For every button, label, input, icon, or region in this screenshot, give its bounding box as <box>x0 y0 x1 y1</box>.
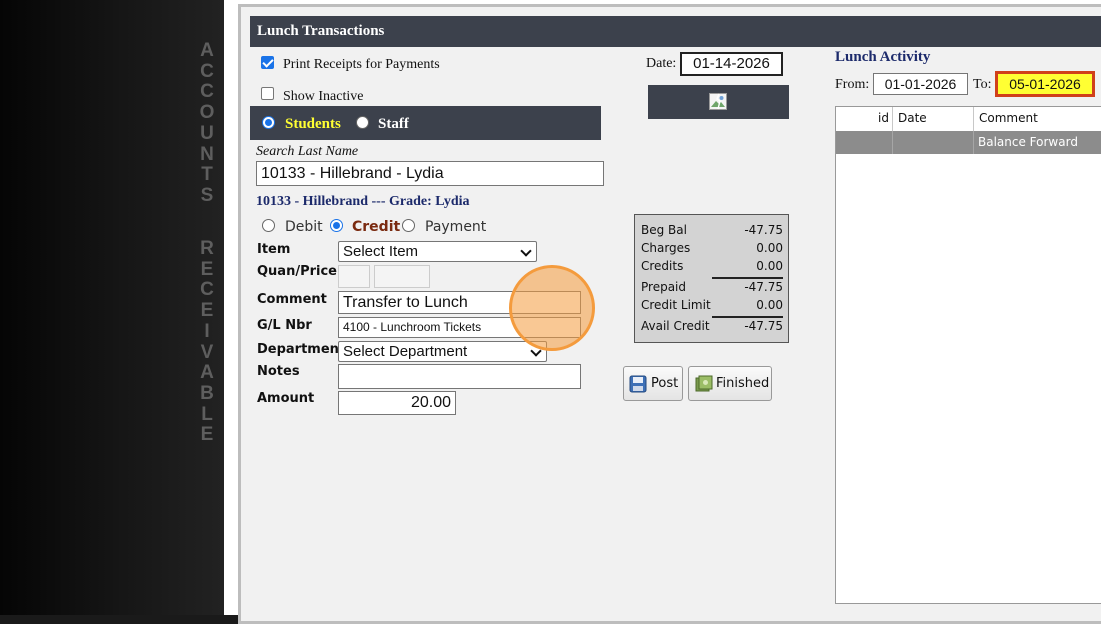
floppy-disk-icon <box>629 375 647 393</box>
vertical-letter: E <box>200 258 214 280</box>
chevron-down-icon <box>520 245 532 257</box>
to-label: To: <box>973 77 992 92</box>
post-button-label: Post <box>651 376 679 391</box>
column-header-date[interactable]: Date <box>898 111 927 125</box>
quantity-input[interactable] <box>338 265 370 288</box>
cash-stack-icon <box>694 375 714 393</box>
date-input[interactable]: 01-14-2026 <box>680 52 783 76</box>
finished-button-label: Finished <box>716 376 770 391</box>
balance-row: Prepaid -47.75 <box>641 280 783 294</box>
balance-summary: Beg Bal -47.75 Charges 0.00 Credits 0.00 Pr… <box>634 214 789 343</box>
department-select[interactable]: Select Department <box>338 341 547 362</box>
vertical-letter: R <box>200 238 214 259</box>
show-inactive-checkbox[interactable] <box>261 87 274 100</box>
comment-label: Comment <box>257 292 327 307</box>
debit-radio[interactable] <box>262 219 275 232</box>
page-title: Lunch Transactions <box>250 16 1101 47</box>
activity-title: Lunch Activity <box>835 49 931 65</box>
department-select-value: Select Department <box>343 343 468 360</box>
selected-student: 10133 - Hillebrand --- Grade: Lydia <box>256 194 470 209</box>
students-radio[interactable] <box>262 116 275 129</box>
search-input[interactable]: 10133 - Hillebrand - Lydia <box>256 161 604 186</box>
notes-input[interactable] <box>338 364 581 389</box>
amount-input[interactable]: 20.00 <box>338 391 456 415</box>
credit-label: Credit <box>352 219 401 235</box>
broken-image-icon <box>709 93 727 110</box>
payment-label: Payment <box>425 219 487 235</box>
vertical-letter: E <box>200 300 214 322</box>
vertical-letter: O <box>199 102 215 124</box>
finished-button[interactable]: Finished <box>688 366 772 401</box>
vertical-word-accounts: ACCOUNTS <box>196 40 218 207</box>
gl-label: G/L Nbr <box>257 318 312 333</box>
vertical-letter: N <box>200 143 214 165</box>
vertical-word-receivable: RECEIVABLE <box>196 238 218 446</box>
balance-divider <box>712 277 783 279</box>
column-header-comment[interactable]: Comment <box>979 111 1038 125</box>
students-label: Students <box>285 116 341 132</box>
staff-label: Staff <box>378 116 409 132</box>
payment-radio[interactable] <box>402 219 415 232</box>
click-indicator <box>509 265 595 351</box>
show-inactive-label: Show Inactive <box>283 89 364 104</box>
vertical-letter: C <box>200 81 214 103</box>
balance-row: Beg Bal -47.75 <box>641 223 783 237</box>
department-label: Department <box>257 342 346 357</box>
item-label: Item <box>257 242 291 257</box>
debit-label: Debit <box>285 219 323 235</box>
column-header-id[interactable]: id <box>878 111 889 125</box>
quan-price-label: Quan/Price <box>257 264 337 279</box>
table-row[interactable]: Balance Forward <box>836 131 1101 154</box>
print-receipts-label: Print Receipts for Payments <box>283 57 440 72</box>
from-label: From: <box>835 77 870 92</box>
row-comment-cell: Balance Forward <box>978 135 1078 149</box>
price-input[interactable] <box>374 265 430 288</box>
vertical-letter: C <box>200 279 214 301</box>
item-select-value: Select Item <box>343 243 419 260</box>
search-label: Search Last Name <box>256 144 359 159</box>
balance-row: Credits 0.00 <box>641 259 783 273</box>
print-receipts-checkbox[interactable] <box>261 56 274 69</box>
app-sidebar: ACCOUNTS RECEIVABLE <box>0 0 224 615</box>
credit-radio[interactable] <box>330 219 343 232</box>
post-button[interactable]: Post <box>623 366 683 401</box>
vertical-letter: S <box>200 184 214 206</box>
column-divider <box>973 131 974 154</box>
vertical-letter: E <box>200 424 214 446</box>
balance-divider <box>712 316 783 318</box>
activity-table: id Date Comment Balance Forward <box>835 106 1101 604</box>
vertical-letter: A <box>200 362 214 384</box>
vertical-letter: L <box>201 403 213 425</box>
image-placeholder <box>648 85 789 119</box>
column-divider <box>892 131 893 154</box>
vertical-letter: A <box>200 40 214 61</box>
to-date-input[interactable]: 05-01-2026 <box>995 71 1095 97</box>
vertical-letter: B <box>200 382 214 404</box>
staff-radio[interactable] <box>356 116 369 129</box>
vertical-letter: U <box>200 122 214 144</box>
from-date-input[interactable]: 01-01-2026 <box>873 73 968 95</box>
notes-label: Notes <box>257 364 300 379</box>
vertical-letter: I <box>204 320 210 342</box>
date-label: Date: <box>646 56 677 71</box>
amount-label: Amount <box>257 391 315 406</box>
balance-row: Avail Credit -47.75 <box>641 319 783 333</box>
balance-row: Charges 0.00 <box>641 241 783 255</box>
vertical-letter: T <box>201 164 213 186</box>
balance-row: Credit Limit 0.00 <box>641 298 783 312</box>
item-select[interactable]: Select Item <box>338 241 537 262</box>
vertical-letter: V <box>200 341 214 363</box>
vertical-letter: C <box>200 60 214 82</box>
